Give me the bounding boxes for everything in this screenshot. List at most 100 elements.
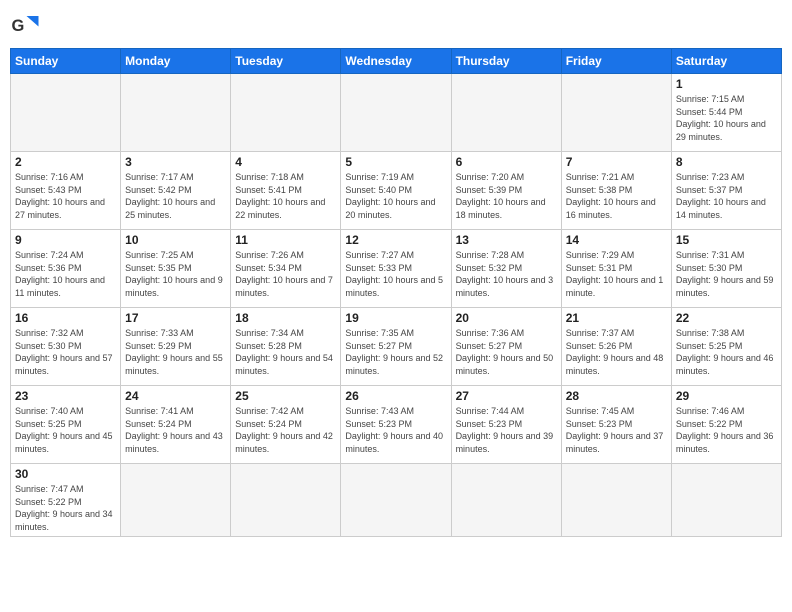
- day-number: 19: [345, 311, 446, 325]
- calendar-cell: 4 Sunrise: 7:18 AM Sunset: 5:41 PM Daylig…: [231, 152, 341, 230]
- calendar-cell: 16 Sunrise: 7:32 AM Sunset: 5:30 PM Dayli…: [11, 308, 121, 386]
- day-number: 17: [125, 311, 226, 325]
- day-info: Sunrise: 7:34 AM Sunset: 5:28 PM Dayligh…: [235, 327, 336, 377]
- day-info: Sunrise: 7:24 AM Sunset: 5:36 PM Dayligh…: [15, 249, 116, 299]
- calendar-cell: 27Sunrise: 7:44 AM Sunset: 5:23 PM Dayli…: [451, 386, 561, 464]
- day-info: Sunrise: 7:25 AM Sunset: 5:35 PM Dayligh…: [125, 249, 226, 299]
- calendar-table: SundayMondayTuesdayWednesdayThursdayFrid…: [10, 48, 782, 537]
- calendar-cell: 6 Sunrise: 7:20 AM Sunset: 5:39 PM Daylig…: [451, 152, 561, 230]
- day-number: 6: [456, 155, 557, 169]
- day-info: Sunrise: 7:35 AM Sunset: 5:27 PM Dayligh…: [345, 327, 446, 377]
- day-info: Sunrise: 7:40 AM Sunset: 5:25 PM Dayligh…: [15, 405, 116, 455]
- day-info: Sunrise: 7:36 AM Sunset: 5:27 PM Dayligh…: [456, 327, 557, 377]
- day-info: Sunrise: 7:41 AM Sunset: 5:24 PM Dayligh…: [125, 405, 226, 455]
- calendar-cell: 25 Sunrise: 7:42 AM Sunset: 5:24 PM Dayli…: [231, 386, 341, 464]
- day-info: Sunrise: 7:31 AM Sunset: 5:30 PM Dayligh…: [676, 249, 777, 299]
- day-number: 25: [235, 389, 336, 403]
- day-info: Sunrise: 7:33 AM Sunset: 5:29 PM Dayligh…: [125, 327, 226, 377]
- calendar-cell: 20 Sunrise: 7:36 AM Sunset: 5:27 PM Dayli…: [451, 308, 561, 386]
- calendar-cell: 14 Sunrise: 7:29 AM Sunset: 5:31 PM Dayli…: [561, 230, 671, 308]
- calendar-cell: 30Sunrise: 7:47 AM Sunset: 5:22 PM Dayli…: [11, 464, 121, 537]
- calendar-cell: [341, 464, 451, 537]
- day-number: 4: [235, 155, 336, 169]
- day-number: 26: [345, 389, 446, 403]
- day-number: 22: [676, 311, 777, 325]
- day-info: Sunrise: 7:15 AM Sunset: 5:44 PM Dayligh…: [676, 93, 777, 143]
- day-number: 3: [125, 155, 226, 169]
- day-number: 12: [345, 233, 446, 247]
- calendar-cell: 17 Sunrise: 7:33 AM Sunset: 5:29 PM Dayli…: [121, 308, 231, 386]
- calendar-cell: 24 Sunrise: 7:41 AM Sunset: 5:24 PM Dayli…: [121, 386, 231, 464]
- day-info: Sunrise: 7:27 AM Sunset: 5:33 PM Dayligh…: [345, 249, 446, 299]
- calendar-cell: 1 Sunrise: 7:15 AM Sunset: 5:44 PM Daylig…: [671, 74, 781, 152]
- calendar-cell: 13Sunrise: 7:28 AM Sunset: 5:32 PM Dayli…: [451, 230, 561, 308]
- weekday-header-saturday: Saturday: [671, 49, 781, 74]
- day-info: Sunrise: 7:26 AM Sunset: 5:34 PM Dayligh…: [235, 249, 336, 299]
- calendar-cell: 29Sunrise: 7:46 AM Sunset: 5:22 PM Dayli…: [671, 386, 781, 464]
- calendar-cell: 11 Sunrise: 7:26 AM Sunset: 5:34 PM Dayli…: [231, 230, 341, 308]
- calendar-cell: 8 Sunrise: 7:23 AM Sunset: 5:37 PM Daylig…: [671, 152, 781, 230]
- calendar-cell: 12 Sunrise: 7:27 AM Sunset: 5:33 PM Dayli…: [341, 230, 451, 308]
- day-info: Sunrise: 7:18 AM Sunset: 5:41 PM Dayligh…: [235, 171, 336, 221]
- calendar-cell: 15 Sunrise: 7:31 AM Sunset: 5:30 PM Dayli…: [671, 230, 781, 308]
- calendar-cell: 9 Sunrise: 7:24 AM Sunset: 5:36 PM Daylig…: [11, 230, 121, 308]
- day-number: 21: [566, 311, 667, 325]
- calendar-cell: 2Sunrise: 7:16 AM Sunset: 5:43 PM Daylig…: [11, 152, 121, 230]
- day-number: 8: [676, 155, 777, 169]
- day-number: 29: [676, 389, 777, 403]
- calendar-cell: 18 Sunrise: 7:34 AM Sunset: 5:28 PM Dayli…: [231, 308, 341, 386]
- weekday-header-friday: Friday: [561, 49, 671, 74]
- day-number: 23: [15, 389, 116, 403]
- weekday-header-row: SundayMondayTuesdayWednesdayThursdayFrid…: [11, 49, 782, 74]
- day-info: Sunrise: 7:45 AM Sunset: 5:23 PM Dayligh…: [566, 405, 667, 455]
- day-number: 16: [15, 311, 116, 325]
- calendar-cell: [451, 74, 561, 152]
- calendar-cell: 22 Sunrise: 7:38 AM Sunset: 5:25 PM Dayli…: [671, 308, 781, 386]
- calendar-cell: 5 Sunrise: 7:19 AM Sunset: 5:40 PM Daylig…: [341, 152, 451, 230]
- calendar-cell: [231, 74, 341, 152]
- svg-text:G: G: [12, 17, 25, 35]
- weekday-header-thursday: Thursday: [451, 49, 561, 74]
- logo: G: [10, 10, 44, 40]
- calendar-cell: 23 Sunrise: 7:40 AM Sunset: 5:25 PM Dayli…: [11, 386, 121, 464]
- day-info: Sunrise: 7:19 AM Sunset: 5:40 PM Dayligh…: [345, 171, 446, 221]
- day-number: 24: [125, 389, 226, 403]
- day-info: Sunrise: 7:42 AM Sunset: 5:24 PM Dayligh…: [235, 405, 336, 455]
- calendar-week-row: 2Sunrise: 7:16 AM Sunset: 5:43 PM Daylig…: [11, 152, 782, 230]
- calendar-cell: [561, 74, 671, 152]
- day-number: 5: [345, 155, 446, 169]
- calendar-cell: [121, 464, 231, 537]
- calendar-cell: 10Sunrise: 7:25 AM Sunset: 5:35 PM Dayli…: [121, 230, 231, 308]
- calendar-week-row: 23 Sunrise: 7:40 AM Sunset: 5:25 PM Dayli…: [11, 386, 782, 464]
- day-info: Sunrise: 7:38 AM Sunset: 5:25 PM Dayligh…: [676, 327, 777, 377]
- day-info: Sunrise: 7:37 AM Sunset: 5:26 PM Dayligh…: [566, 327, 667, 377]
- calendar-cell: 28 Sunrise: 7:45 AM Sunset: 5:23 PM Dayli…: [561, 386, 671, 464]
- day-number: 1: [676, 77, 777, 91]
- calendar-header: G: [10, 10, 782, 40]
- weekday-header-tuesday: Tuesday: [231, 49, 341, 74]
- day-number: 13: [456, 233, 557, 247]
- calendar-cell: [451, 464, 561, 537]
- weekday-header-monday: Monday: [121, 49, 231, 74]
- weekday-header-wednesday: Wednesday: [341, 49, 451, 74]
- day-info: Sunrise: 7:29 AM Sunset: 5:31 PM Dayligh…: [566, 249, 667, 299]
- day-number: 15: [676, 233, 777, 247]
- day-number: 2: [15, 155, 116, 169]
- day-number: 28: [566, 389, 667, 403]
- calendar-week-row: 1 Sunrise: 7:15 AM Sunset: 5:44 PM Daylig…: [11, 74, 782, 152]
- day-info: Sunrise: 7:32 AM Sunset: 5:30 PM Dayligh…: [15, 327, 116, 377]
- day-info: Sunrise: 7:44 AM Sunset: 5:23 PM Dayligh…: [456, 405, 557, 455]
- logo-icon: G: [10, 10, 40, 40]
- calendar-cell: 26Sunrise: 7:43 AM Sunset: 5:23 PM Dayli…: [341, 386, 451, 464]
- day-number: 9: [15, 233, 116, 247]
- day-info: Sunrise: 7:23 AM Sunset: 5:37 PM Dayligh…: [676, 171, 777, 221]
- day-info: Sunrise: 7:20 AM Sunset: 5:39 PM Dayligh…: [456, 171, 557, 221]
- day-number: 18: [235, 311, 336, 325]
- calendar-cell: [231, 464, 341, 537]
- weekday-header-sunday: Sunday: [11, 49, 121, 74]
- calendar-week-row: 30Sunrise: 7:47 AM Sunset: 5:22 PM Dayli…: [11, 464, 782, 537]
- day-number: 11: [235, 233, 336, 247]
- day-number: 7: [566, 155, 667, 169]
- day-number: 20: [456, 311, 557, 325]
- day-number: 14: [566, 233, 667, 247]
